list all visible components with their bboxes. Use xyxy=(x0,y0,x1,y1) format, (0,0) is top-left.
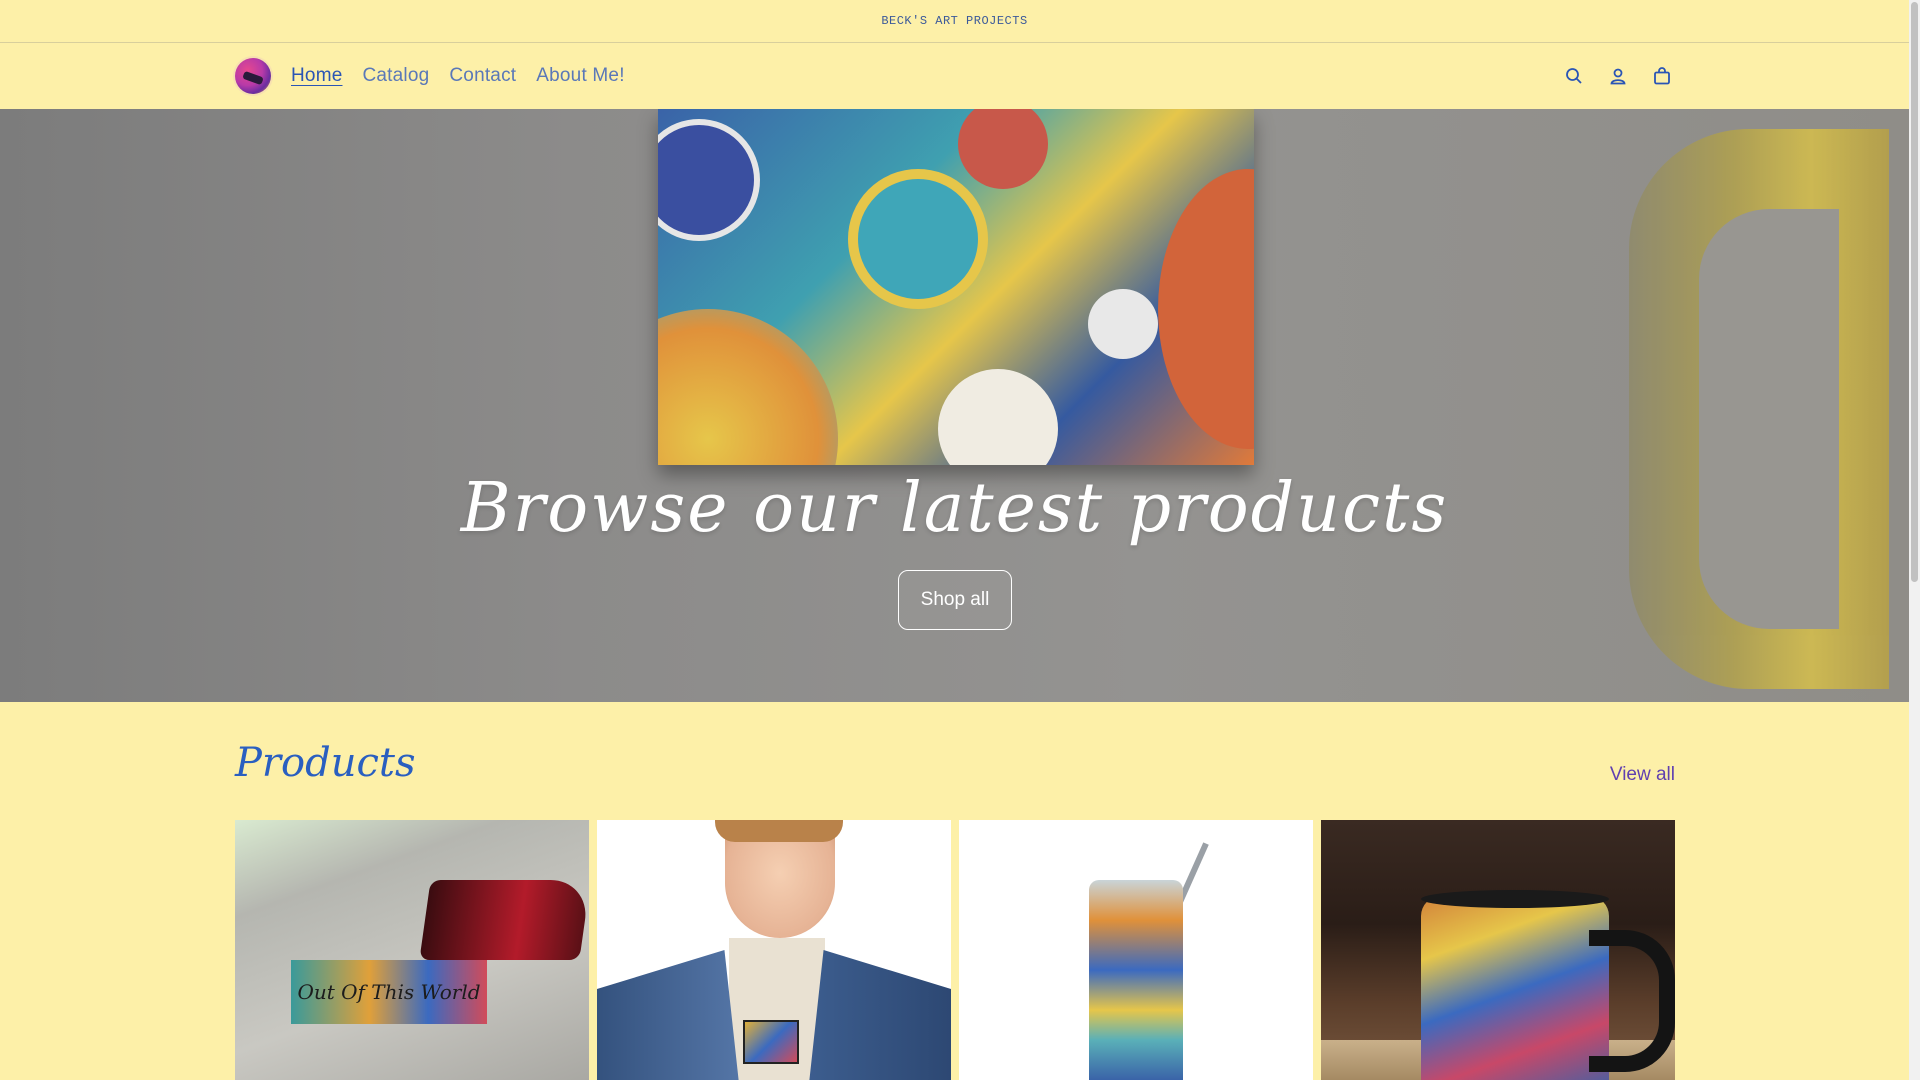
search-icon[interactable] xyxy=(1562,64,1586,88)
hero-canvas-image xyxy=(658,109,1254,465)
planet-shape xyxy=(1088,289,1158,359)
mug-image xyxy=(1421,896,1609,1080)
product-card-bumper-sticker[interactable]: Out Of This World xyxy=(235,820,589,1080)
mug-handle-image xyxy=(1589,930,1675,1072)
planet-shape xyxy=(938,369,1058,465)
product-card-patch[interactable] xyxy=(597,820,951,1080)
tumbler-image xyxy=(1089,880,1183,1080)
bumper-sticker-image: Out Of This World xyxy=(291,960,487,1024)
hero-banner: Browse our latest products Shop all xyxy=(0,109,1909,702)
announcement-bar: BECK'S ART PROJECTS xyxy=(0,0,1909,43)
products-header: Products View all xyxy=(235,740,1675,800)
planet-shape xyxy=(848,169,988,309)
planet-shape xyxy=(658,119,760,241)
site-header: Home Catalog Contact About Me! xyxy=(0,43,1909,109)
nav-home[interactable]: Home xyxy=(291,65,342,87)
page: BECK'S ART PROJECTS Home Catalog Contact… xyxy=(0,0,1909,1080)
nav-catalog[interactable]: Catalog xyxy=(362,65,429,87)
sticker-text: Out Of This World xyxy=(297,980,481,1004)
account-icon[interactable] xyxy=(1606,64,1630,88)
cart-icon[interactable] xyxy=(1650,64,1674,88)
scrollbar-thumb[interactable] xyxy=(1911,2,1918,582)
nav-contact[interactable]: Contact xyxy=(449,65,516,87)
planet-shape xyxy=(658,309,838,465)
header-icons xyxy=(1562,64,1674,88)
car-taillight-image xyxy=(419,880,589,960)
shop-all-button[interactable]: Shop all xyxy=(898,570,1012,630)
store-logo[interactable] xyxy=(235,58,271,94)
mug-rim-image xyxy=(1421,890,1609,908)
product-grid: Out Of This World xyxy=(235,820,1675,1080)
planet-shape xyxy=(1158,169,1254,449)
model-hair-image xyxy=(715,820,843,842)
patch-image xyxy=(743,1020,799,1064)
product-card-tumbler[interactable] xyxy=(959,820,1313,1080)
product-card-mug[interactable] xyxy=(1321,820,1675,1080)
planet-shape xyxy=(958,109,1048,189)
nav-about-me[interactable]: About Me! xyxy=(536,65,624,87)
view-all-link[interactable]: View all xyxy=(1610,764,1675,786)
products-title: Products xyxy=(235,740,416,786)
announcement-text: BECK'S ART PROJECTS xyxy=(881,14,1028,28)
hero-title: Browse our latest products xyxy=(460,469,1449,548)
scrollbar[interactable] xyxy=(1909,0,1920,1080)
hero-mug-handle-image xyxy=(1629,129,1889,689)
main-nav: Home Catalog Contact About Me! xyxy=(291,65,625,87)
